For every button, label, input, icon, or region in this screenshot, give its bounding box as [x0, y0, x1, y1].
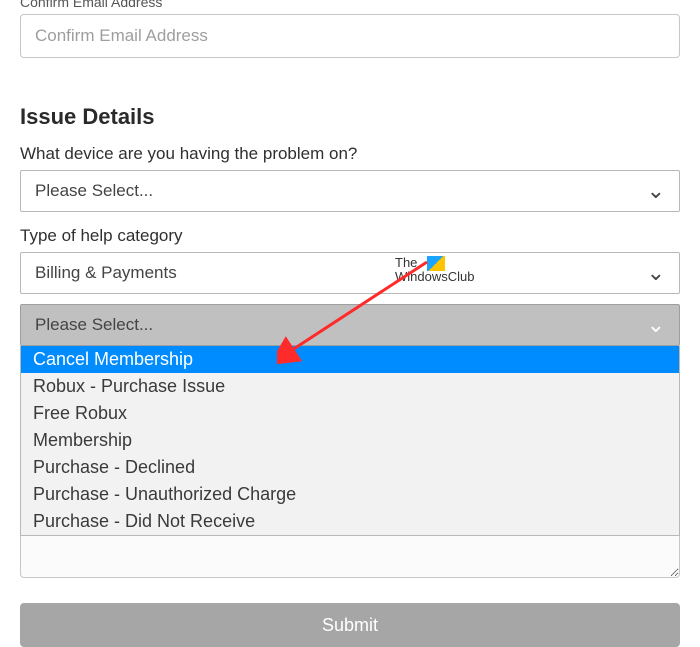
subcategory-dropdown-list: Cancel Membership Robux - Purchase Issue…: [20, 346, 680, 536]
issue-details-heading: Issue Details: [20, 104, 680, 130]
chevron-down-icon: ⌄: [647, 314, 665, 336]
device-select-value: Please Select...: [35, 181, 153, 201]
subcategory-select[interactable]: Please Select... ⌄: [20, 304, 680, 346]
option-purchase-declined[interactable]: Purchase - Declined: [21, 454, 679, 481]
device-select[interactable]: Please Select... ⌄: [20, 170, 680, 212]
confirm-email-field[interactable]: [20, 14, 680, 58]
device-question-label: What device are you having the problem o…: [20, 144, 680, 164]
category-label: Type of help category: [20, 226, 680, 246]
subcategory-placeholder: Please Select...: [35, 315, 153, 335]
chevron-down-icon: ⌄: [647, 262, 665, 284]
category-select[interactable]: Billing & Payments ⌄: [20, 252, 680, 294]
submit-button[interactable]: Submit: [20, 603, 680, 647]
option-membership[interactable]: Membership: [21, 427, 679, 454]
option-cancel-membership[interactable]: Cancel Membership: [21, 346, 679, 373]
chevron-down-icon: ⌄: [647, 180, 665, 202]
previous-field-label: Confirm Email Address: [20, 0, 162, 10]
option-purchase-unauthorized[interactable]: Purchase - Unauthorized Charge: [21, 481, 679, 508]
category-select-value: Billing & Payments: [35, 263, 177, 283]
description-textarea[interactable]: [20, 536, 680, 578]
option-robux-purchase-issue[interactable]: Robux - Purchase Issue: [21, 373, 679, 400]
option-purchase-not-received[interactable]: Purchase - Did Not Receive: [21, 508, 679, 535]
option-free-robux[interactable]: Free Robux: [21, 400, 679, 427]
